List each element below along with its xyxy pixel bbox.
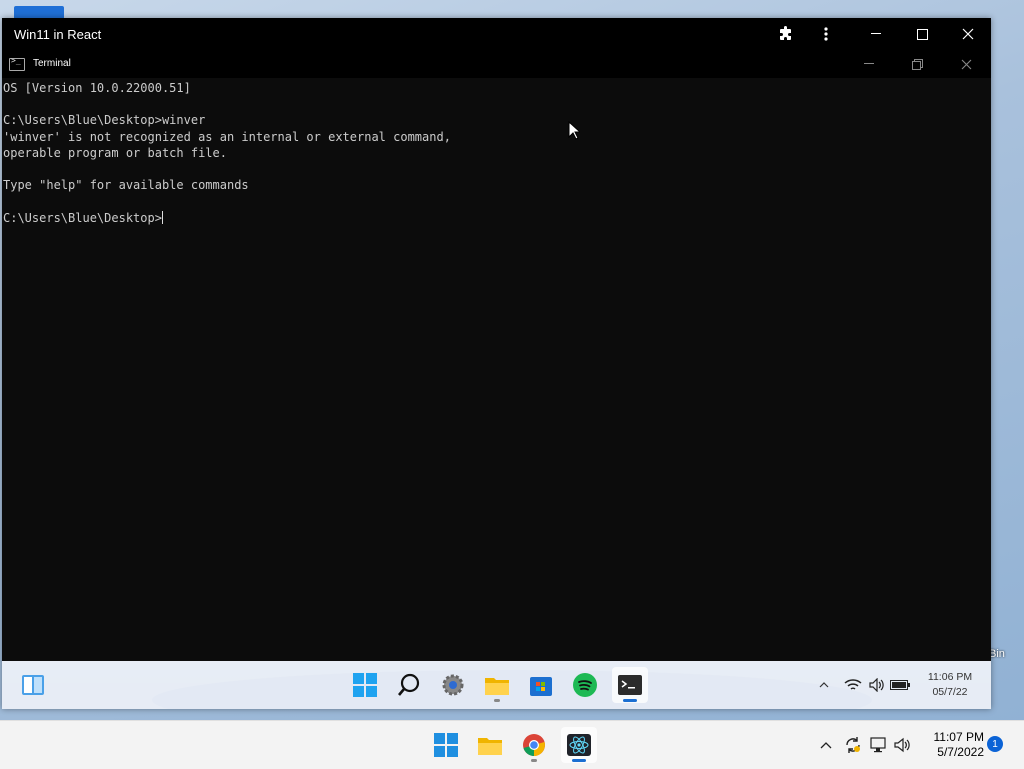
terminal-line: OS [Version 10.0.22000.51] [3, 81, 191, 95]
desktop-icon[interactable] [14, 6, 64, 18]
close-button[interactable] [945, 18, 991, 50]
emulated-taskbar: 11:06 PM 05/7/22 [2, 661, 991, 709]
terminal-line: ​ [3, 161, 988, 177]
battery-icon[interactable] [888, 679, 912, 691]
search-icon[interactable] [391, 667, 427, 703]
mouse-cursor-icon [568, 120, 582, 145]
volume-icon[interactable] [866, 678, 888, 692]
chrome-icon[interactable] [516, 727, 552, 763]
sync-icon[interactable] [840, 736, 866, 754]
host-system-tray [816, 721, 914, 769]
settings-icon[interactable] [435, 667, 471, 703]
host-date: 5/7/2022 [937, 745, 984, 759]
active-indicator [623, 699, 637, 702]
minimize-button[interactable] [853, 18, 899, 50]
terminal-line: ​ [3, 96, 988, 112]
terminal-close-button[interactable] [946, 50, 986, 78]
emulated-clock[interactable]: 11:06 PM 05/7/22 [920, 670, 980, 700]
spotify-icon[interactable] [567, 667, 603, 703]
terminal-restore-button[interactable] [897, 50, 937, 78]
terminal-icon[interactable] [612, 667, 648, 703]
terminal-prompt: C:\Users\Blue\Desktop> [3, 210, 162, 225]
host-time: 11:07 PM [933, 730, 984, 744]
terminal-output[interactable]: OS [Version 10.0.22000.51]​C:\Users\Blue… [3, 80, 988, 660]
more-options-icon[interactable] [803, 18, 849, 50]
store-icon[interactable] [523, 667, 559, 703]
terminal-line: C:\Users\Blue\Desktop>winver [3, 113, 206, 128]
host-start-icon[interactable] [428, 727, 464, 763]
outer-app-window: Win11 in React Terminal [2, 18, 991, 709]
terminal-line: 'winver' is not recognized as an interna… [3, 129, 451, 144]
recycle-bin-label[interactable]: Bin [989, 648, 1005, 660]
active-indicator [572, 759, 586, 762]
terminal-title-bar[interactable]: Terminal [2, 50, 991, 78]
wifi-icon[interactable] [840, 678, 866, 692]
widgets-icon[interactable] [15, 667, 51, 703]
terminal-app-icon [9, 56, 25, 71]
host-taskbar: 11:07 PM 5/7/2022 [0, 720, 1024, 769]
emulated-date: 05/7/22 [932, 686, 968, 698]
emulated-desktop: Terminal OS [Version 10.0.22000.51]​C:\U… [2, 50, 991, 709]
window-title: Win11 in React [14, 27, 102, 42]
maximize-button[interactable] [899, 18, 945, 50]
terminal-line: operable program or batch file. [3, 145, 227, 160]
emulated-time: 11:06 PM [927, 671, 973, 683]
network-icon[interactable] [866, 737, 892, 753]
text-caret [161, 210, 163, 224]
running-indicator [494, 699, 500, 702]
chevron-up-icon[interactable] [814, 682, 834, 688]
host-clock[interactable]: 11:07 PM 5/7/2022 [922, 730, 984, 760]
start-icon[interactable] [347, 667, 383, 703]
terminal-line: Type "help" for available commands [3, 178, 249, 193]
host-volume-icon[interactable] [892, 737, 914, 753]
terminal-minimize-button[interactable] [849, 50, 889, 78]
notification-badge[interactable]: 1 [987, 736, 1003, 752]
terminal-window: Terminal OS [Version 10.0.22000.51]​C:\U… [2, 50, 991, 661]
running-indicator [531, 759, 537, 762]
terminal-line: ​ [3, 193, 988, 209]
outer-title-bar[interactable]: Win11 in React [2, 18, 991, 50]
host-file-explorer-icon[interactable] [472, 727, 508, 763]
terminal-prompt-line[interactable]: C:\Users\Blue\Desktop> [3, 210, 988, 226]
file-explorer-icon[interactable] [479, 667, 515, 703]
system-tray [814, 661, 912, 709]
terminal-title: Terminal [33, 58, 71, 69]
react-app-icon[interactable] [561, 727, 597, 763]
host-chevron-up-icon[interactable] [816, 741, 836, 749]
